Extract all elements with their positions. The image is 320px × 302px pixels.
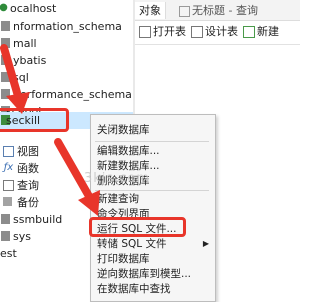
arrow-to-seckill [0, 44, 30, 114]
annotation-arrows [0, 44, 100, 216]
arrow-to-run-sql [54, 138, 100, 216]
